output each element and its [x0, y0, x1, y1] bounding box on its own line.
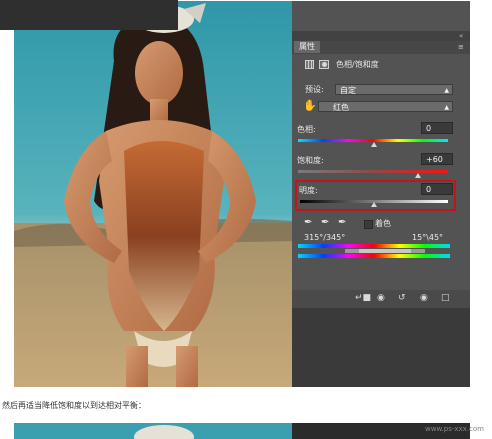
colorize-checkbox[interactable] — [364, 220, 373, 229]
hue-label: 色相: — [297, 125, 316, 134]
saturation-label: 饱和度: — [297, 156, 324, 165]
adjustment-layer-icon — [305, 60, 314, 69]
channel-value: 红色 — [333, 103, 349, 112]
saturation-value-field[interactable]: +60 — [421, 153, 453, 165]
photo-canvas — [14, 1, 292, 387]
targeted-adjust-icon[interactable]: ✋ — [303, 100, 317, 111]
panel-top-dark-area — [0, 0, 178, 30]
preset-value: 自定 — [340, 86, 356, 95]
reset-icon[interactable]: ↺ — [398, 293, 406, 304]
view-previous-icon[interactable]: ◉ — [377, 293, 385, 304]
range-selector[interactable] — [345, 249, 425, 253]
article-caption: 然后再适当降低饱和度以到达相对平衡： — [2, 401, 146, 410]
colorize-label: 着色 — [375, 219, 391, 228]
select-arrows-icon: ▲ — [444, 87, 449, 94]
select-arrows-icon: ▲ — [444, 104, 449, 111]
lightness-highlight-box — [295, 180, 456, 211]
double-chevron-icon[interactable]: « — [459, 31, 463, 41]
saturation-slider-track[interactable] — [298, 170, 448, 173]
panel-title: 色相/饱和度 — [336, 60, 379, 69]
saturation-slider-thumb[interactable] — [415, 173, 421, 178]
hue-value-field[interactable]: 0 — [421, 122, 453, 134]
eyedropper-minus-icon[interactable]: ✒ — [338, 218, 346, 228]
next-photo-image — [14, 423, 292, 439]
trash-icon[interactable]: □ — [441, 293, 450, 304]
panel-menu-icon[interactable]: ≡ — [458, 42, 464, 52]
tab-properties[interactable]: 属性 — [294, 41, 320, 53]
panel-dock-header — [292, 31, 470, 41]
preset-label: 预设: — [305, 85, 324, 94]
preset-select[interactable]: 自定 ▲ — [335, 84, 453, 95]
mask-icon[interactable] — [319, 60, 329, 69]
visibility-icon[interactable]: ◉ — [420, 293, 428, 304]
model-photo — [14, 1, 292, 387]
range-left-value: 315°/345° — [304, 233, 346, 242]
watermark: www.ps-xxx.com — [425, 425, 484, 433]
channel-select[interactable]: 红色 ▲ — [318, 101, 453, 112]
next-photo-preview — [14, 423, 292, 439]
clip-to-layer-icon[interactable]: ↵■ — [355, 293, 371, 304]
range-right-value: 15°\45° — [412, 233, 444, 242]
eyedropper-icon[interactable]: ✒ — [304, 218, 312, 228]
eyedropper-plus-icon[interactable]: ✒ — [321, 218, 329, 228]
panel-empty-area — [292, 308, 470, 387]
input-color-bar — [298, 244, 450, 248]
output-color-bar — [298, 254, 450, 258]
hue-slider-thumb[interactable] — [371, 142, 377, 147]
